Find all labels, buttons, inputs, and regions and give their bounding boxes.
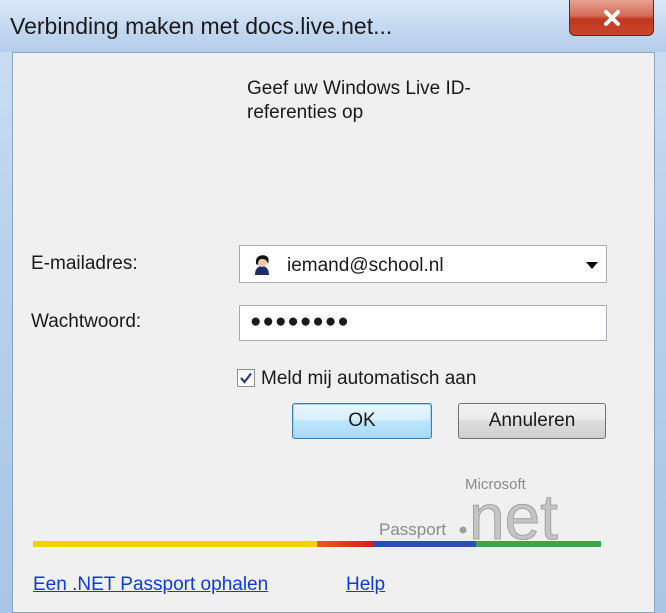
checkmark-icon (240, 372, 252, 384)
logo-passport-text: Passport (379, 520, 446, 539)
logo-net-text: net (469, 481, 558, 549)
help-link[interactable]: Help (346, 574, 385, 596)
signin-prompt: Geef uw Windows Live ID-referenties op (247, 78, 471, 123)
email-combobox[interactable]: iemand@school.nl (239, 245, 607, 283)
close-icon (603, 9, 620, 26)
cancel-button[interactable]: Annuleren (458, 403, 606, 439)
window-title: Verbinding maken met docs.live.net... (10, 13, 393, 39)
password-value: ●●●●●●●● (250, 311, 350, 332)
auto-signin-checkbox[interactable] (237, 369, 255, 387)
auto-signin-label[interactable]: Meld mij automatisch aan (261, 368, 476, 390)
brand-color-stripe (33, 541, 601, 547)
user-avatar-icon (250, 253, 274, 277)
close-button[interactable] (569, 0, 654, 36)
email-value: iemand@school.nl (287, 255, 444, 276)
microsoft-net-passport-logo: Microsoft Passport net (379, 476, 559, 549)
password-field[interactable]: ●●●●●●●● (239, 305, 607, 341)
title-bar[interactable]: Verbinding maken met docs.live.net... (0, 0, 666, 52)
password-label: Wachtwoord: (31, 311, 142, 332)
dialog-body: Geef uw Windows Live ID-referenties op E… (12, 52, 655, 613)
chevron-down-icon[interactable] (586, 262, 598, 269)
dialog-window: Verbinding maken met docs.live.net... Ge… (0, 0, 666, 613)
email-label: E-mailadres: (31, 253, 138, 274)
get-passport-link[interactable]: Een .NET Passport ophalen (33, 574, 268, 596)
ok-button[interactable]: OK (292, 403, 432, 439)
